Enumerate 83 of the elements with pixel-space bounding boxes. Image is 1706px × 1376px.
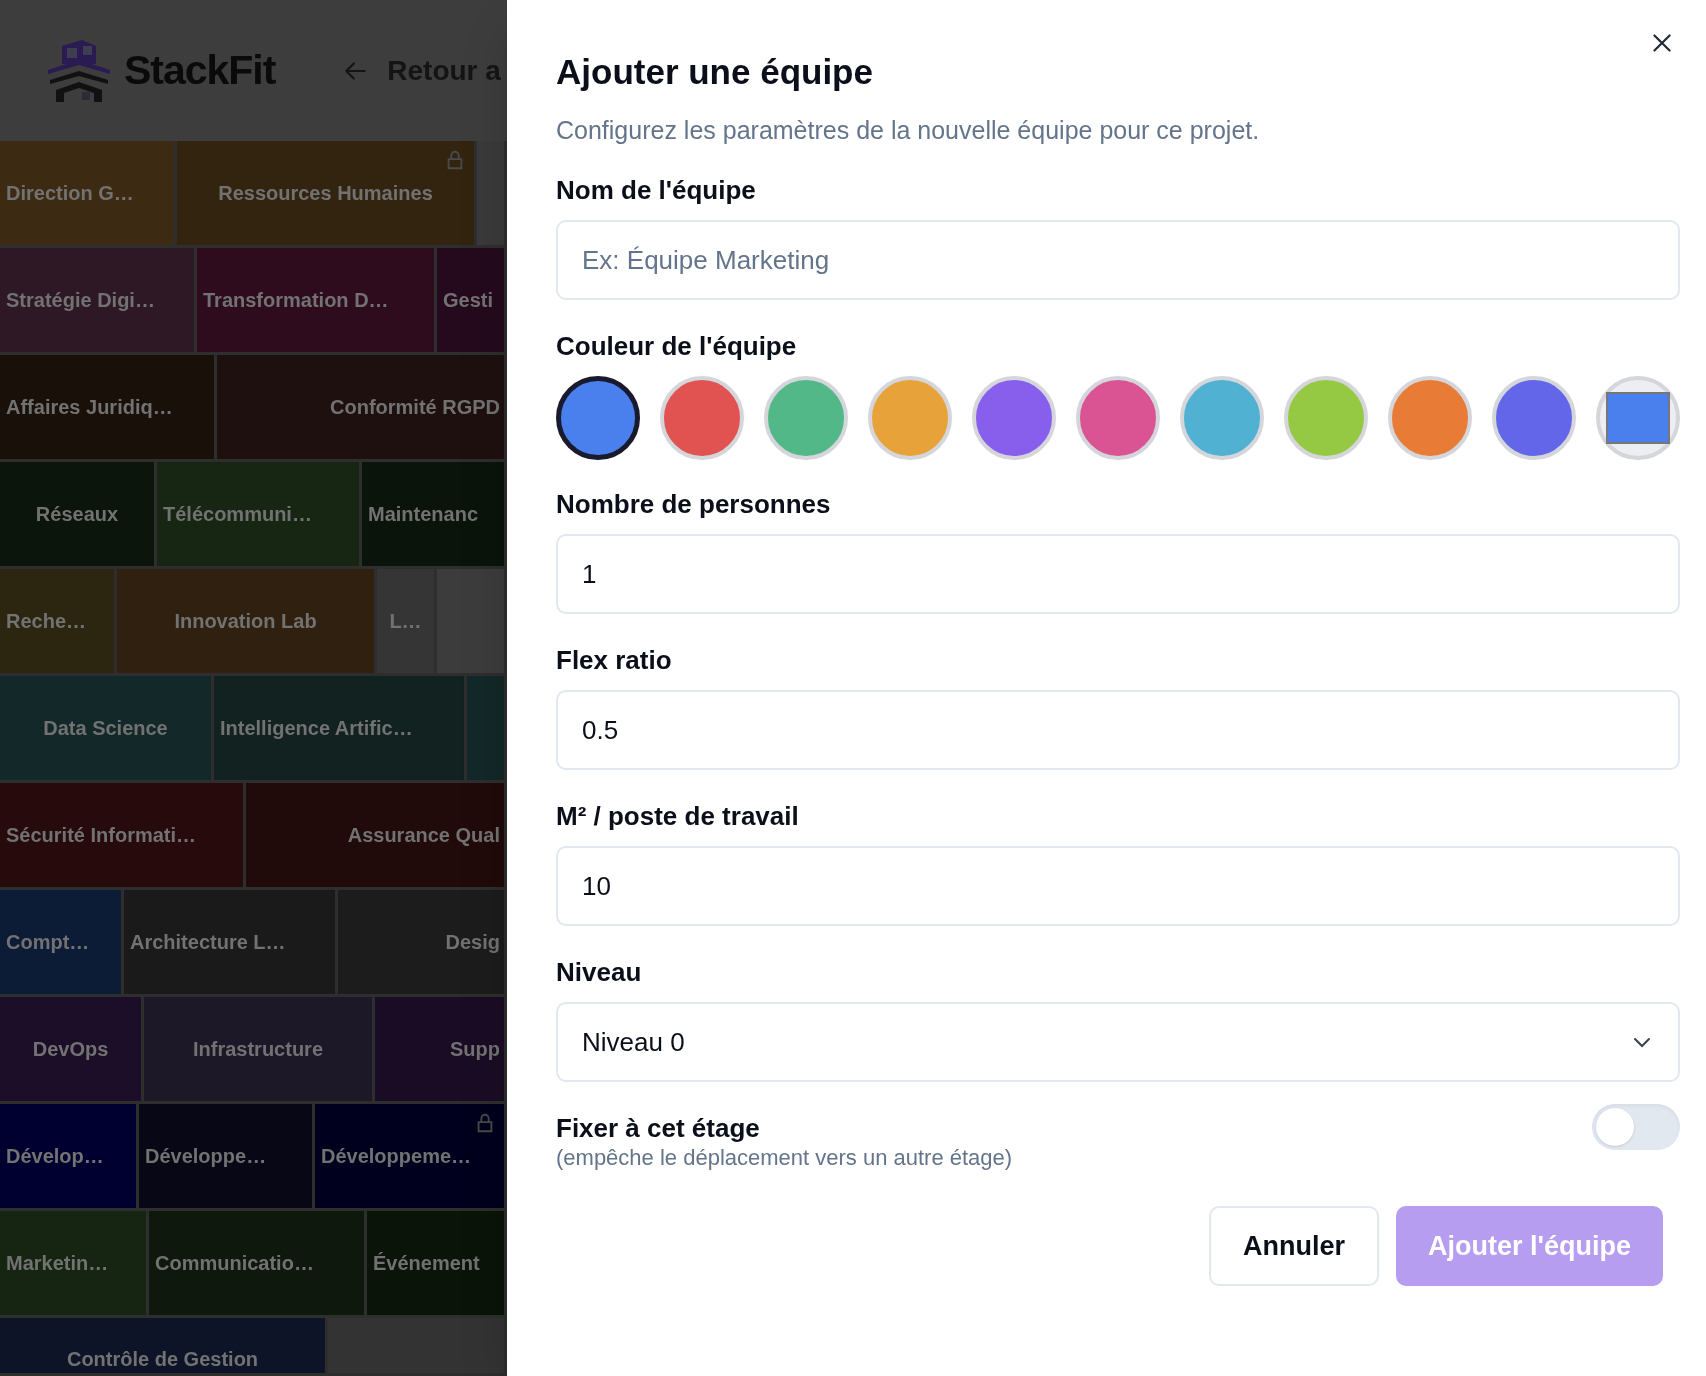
tile-label: Desig (445, 930, 500, 955)
tile-label: Compt… (6, 930, 90, 955)
field-label: Niveau (556, 956, 643, 988)
team-tile[interactable]: Dévelop… (0, 1104, 139, 1211)
tile-label: Contrôle de Gestion (66, 1347, 259, 1372)
tile-label: Ressources Humaines (218, 181, 433, 206)
team-tile[interactable]: Développe… (139, 1104, 315, 1211)
field-label: Couleur de l'équipe (556, 330, 798, 362)
dialog-title: Ajouter une équipe (556, 51, 874, 93)
tile-label: Affaires Juridiq… (6, 395, 173, 420)
cancel-button[interactable]: Annuler (1209, 1206, 1380, 1286)
team-tile[interactable]: L… (377, 569, 437, 676)
team-tile[interactable]: Infrastructure (144, 997, 375, 1104)
tile-label: Développe… (145, 1144, 267, 1169)
number-input[interactable]: 10 (556, 846, 1680, 926)
logo-icon (46, 37, 112, 104)
field-label: Flex ratio (556, 644, 673, 676)
field-label: Nom de l'équipe (556, 174, 757, 206)
team-tile[interactable]: Réseaux (0, 462, 157, 569)
name-input[interactable]: Ex: Équipe Marketing (556, 220, 1680, 300)
team-tile[interactable]: Compt… (0, 890, 124, 997)
tile-label: Réseaux (35, 502, 119, 527)
tile-label: Data Science (43, 716, 168, 741)
tile-label: Architecture L… (130, 930, 286, 955)
team-tile[interactable]: Assurance Qual (246, 783, 507, 890)
select-value: Niveau 0 (582, 1025, 685, 1059)
tile-label: Télécommuni… (163, 502, 312, 527)
team-tile[interactable]: Développeme… (315, 1104, 507, 1211)
toggle-label: Fixer à cet étage (556, 1112, 761, 1144)
field-label: Nombre de personnes (556, 488, 832, 520)
team-tile[interactable]: Conformité RGPD (217, 355, 507, 462)
tile-label: Assurance Qual (347, 823, 500, 848)
team-tile[interactable]: Marketin… (0, 1211, 149, 1318)
team-tile[interactable]: Direction G… (0, 141, 177, 248)
tile-label: Maintenanc (368, 502, 479, 527)
tile-label: Développeme… (321, 1144, 472, 1169)
team-tile[interactable]: Contrôle de Gestion (0, 1318, 328, 1376)
team-tile[interactable]: Transformation D… (197, 248, 437, 355)
team-tile[interactable]: DevOps (0, 997, 144, 1104)
team-tile[interactable]: Stratégie Digi… (0, 248, 197, 355)
tile-label: DevOps (32, 1037, 109, 1062)
team-tile[interactable]: Architecture L… (124, 890, 338, 997)
number-input[interactable]: 0.5 (556, 690, 1680, 770)
team-tile[interactable]: Innovation Lab (117, 569, 377, 676)
team-tile[interactable]: Intelligence Artific… (214, 676, 467, 783)
tile-label: Direction G… (6, 181, 134, 206)
team-tile[interactable]: Gesti (437, 248, 507, 355)
team-tile[interactable]: Data Science (0, 676, 214, 783)
tile-label: Gesti (443, 288, 494, 313)
team-tile[interactable]: Supp (375, 997, 507, 1104)
team-tile[interactable]: Télécommuni… (157, 462, 362, 569)
toggle-switch[interactable] (1592, 1104, 1680, 1150)
number-input[interactable]: 1 (556, 534, 1680, 614)
tile-label: Transformation D… (203, 288, 389, 313)
tile-label: Communicatio… (155, 1251, 314, 1276)
team-tile[interactable] (328, 1318, 507, 1376)
tile-label: Sécurité Informati… (6, 823, 197, 848)
tile-label: Reche… (6, 609, 87, 634)
tile-label: Événement (373, 1251, 480, 1276)
team-tile[interactable] (437, 569, 507, 676)
team-tile[interactable]: Événement (367, 1211, 507, 1318)
tile-label: Innovation Lab (174, 609, 317, 634)
tile-label: L… (389, 609, 422, 634)
team-tile[interactable]: Communicatio… (149, 1211, 367, 1318)
dialog-description: Configurez les paramètres de la nouvelle équipe pour ce projet. (556, 115, 1261, 146)
team-tile[interactable] (477, 141, 507, 248)
team-tile[interactable]: Desig (338, 890, 507, 997)
team-tile[interactable]: Ressources Humaines (177, 141, 477, 248)
tile-label: Intelligence Artific… (220, 716, 413, 741)
tile-label: Conformité RGPD (330, 395, 500, 420)
tile-label: Supp (450, 1037, 500, 1062)
team-tile[interactable]: Sécurité Informati… (0, 783, 246, 890)
team-tile[interactable]: Reche… (0, 569, 117, 676)
tile-label: Dévelop… (6, 1144, 104, 1169)
tile-label: Infrastructure (193, 1037, 323, 1062)
toggle-hint: (empêche le déplacement vers un autre étage) (556, 1144, 1013, 1172)
tile-label: Marketin… (6, 1251, 109, 1276)
team-tile[interactable] (467, 676, 507, 783)
team-tile[interactable]: Affaires Juridiq… (0, 355, 217, 462)
team-tile[interactable]: Maintenanc (362, 462, 507, 569)
level-select[interactable]: Niveau 0 (556, 1002, 1680, 1082)
tile-label: Stratégie Digi… (6, 288, 155, 313)
field-label: M² / poste de travail (556, 800, 800, 832)
